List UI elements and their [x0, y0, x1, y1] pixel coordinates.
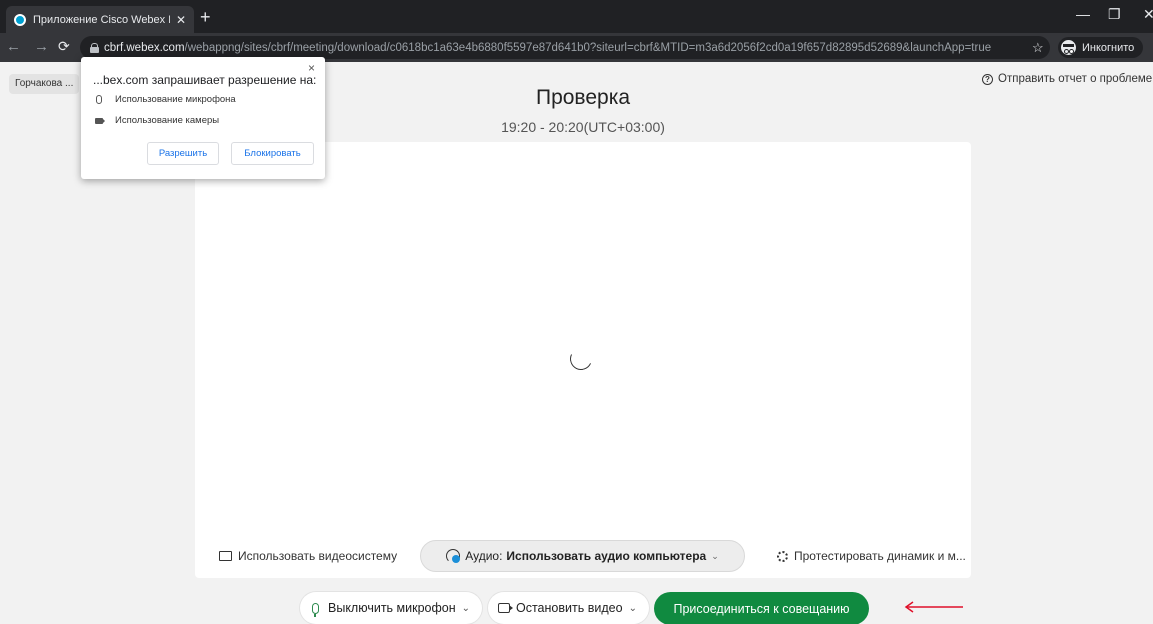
- browser-tab-strip: Приложение Cisco Webex Meeti ✕ + — ❐ ✕: [0, 0, 1153, 33]
- permission-title: ...bex.com запрашивает разрешение на:: [93, 73, 317, 87]
- incognito-icon: [1061, 40, 1076, 55]
- mute-microphone-button[interactable]: Выключить микрофон ⌄: [300, 592, 482, 624]
- popup-close-icon[interactable]: ×: [308, 61, 315, 75]
- loading-spinner-icon: [566, 344, 596, 374]
- tab-close-icon[interactable]: ✕: [176, 13, 186, 27]
- stop-video-button[interactable]: Остановить видео ⌄: [488, 592, 649, 624]
- cast-icon: [219, 551, 232, 561]
- camera-icon: [95, 117, 105, 124]
- permission-popup: ...bex.com запрашивает разрешение на: × …: [81, 57, 325, 179]
- use-video-system-button[interactable]: Использовать видеосистему: [219, 549, 397, 563]
- stop-video-label: Остановить видео: [516, 601, 623, 615]
- video-preview: Использовать видеосистему Аудио: Использ…: [195, 142, 971, 578]
- gear-icon: [777, 550, 788, 562]
- permission-item-camera: Использование камеры: [95, 115, 219, 126]
- camera-icon: [498, 603, 513, 613]
- help-icon: ?: [982, 73, 993, 85]
- microphone-icon: [312, 602, 319, 617]
- forward-icon[interactable]: →: [34, 39, 49, 54]
- new-tab-button[interactable]: +: [200, 8, 211, 26]
- audio-value: Использовать аудио компьютера: [506, 549, 707, 563]
- incognito-label: Инкогнито: [1082, 41, 1135, 54]
- test-speaker-label: Протестировать динамик и м...: [794, 549, 966, 563]
- browser-menu-icon[interactable]: ⋮: [1147, 39, 1153, 56]
- allow-button[interactable]: Разрешить: [147, 142, 219, 165]
- report-problem-label: Отправить отчет о проблеме: [998, 73, 1153, 85]
- audio-select[interactable]: Аудио: Использовать аудио компьютера ⌄: [420, 540, 745, 572]
- mute-label: Выключить микрофон: [328, 601, 456, 615]
- annotation-arrow-icon: [904, 601, 963, 613]
- headset-icon: [446, 549, 461, 563]
- restore-icon[interactable]: ❐: [1108, 6, 1121, 23]
- incognito-badge[interactable]: Инкогнито: [1058, 37, 1144, 58]
- minimize-icon[interactable]: —: [1076, 6, 1090, 22]
- mic-icon: [96, 95, 102, 104]
- permission-item-microphone: Использование микрофона: [95, 94, 236, 105]
- test-speaker-button[interactable]: Протестировать динамик и м...: [777, 549, 966, 563]
- url-domain: cbrf.webex.com: [104, 41, 185, 54]
- tab-title: Приложение Cisco Webex Meeti: [33, 13, 170, 26]
- join-meeting-button[interactable]: Присоединиться к совещанию: [654, 592, 869, 624]
- window-close-icon[interactable]: ✕: [1143, 6, 1153, 23]
- mic-options-chevron-icon[interactable]: ⌄: [462, 603, 470, 614]
- permission-item-label: Использование микрофона: [115, 94, 236, 105]
- browser-tab[interactable]: Приложение Cisco Webex Meeti ✕: [6, 6, 194, 33]
- preview-options-row: Использовать видеосистему Аудио: Использ…: [195, 539, 971, 573]
- audio-prefix: Аудио:: [465, 549, 503, 563]
- address-bar[interactable]: cbrf.webex.com /webappng/sites/cbrf/meet…: [80, 36, 1050, 59]
- permission-item-label: Использование камеры: [115, 115, 220, 126]
- back-icon[interactable]: ←: [6, 39, 21, 54]
- video-options-chevron-icon[interactable]: ⌄: [629, 603, 637, 614]
- webex-favicon-icon: [14, 13, 26, 26]
- use-video-system-label: Использовать видеосистему: [238, 549, 398, 563]
- block-button[interactable]: Блокировать: [231, 142, 314, 165]
- reload-icon[interactable]: ⟳: [58, 39, 70, 54]
- lock-icon[interactable]: [90, 42, 99, 53]
- bookmark-star-icon[interactable]: ☆: [1032, 40, 1044, 56]
- chevron-down-icon: ⌄: [711, 550, 719, 561]
- report-problem-link[interactable]: ? Отправить отчет о проблеме: [982, 73, 1152, 85]
- url-path: /webappng/sites/cbrf/meeting/download/c0…: [184, 41, 992, 54]
